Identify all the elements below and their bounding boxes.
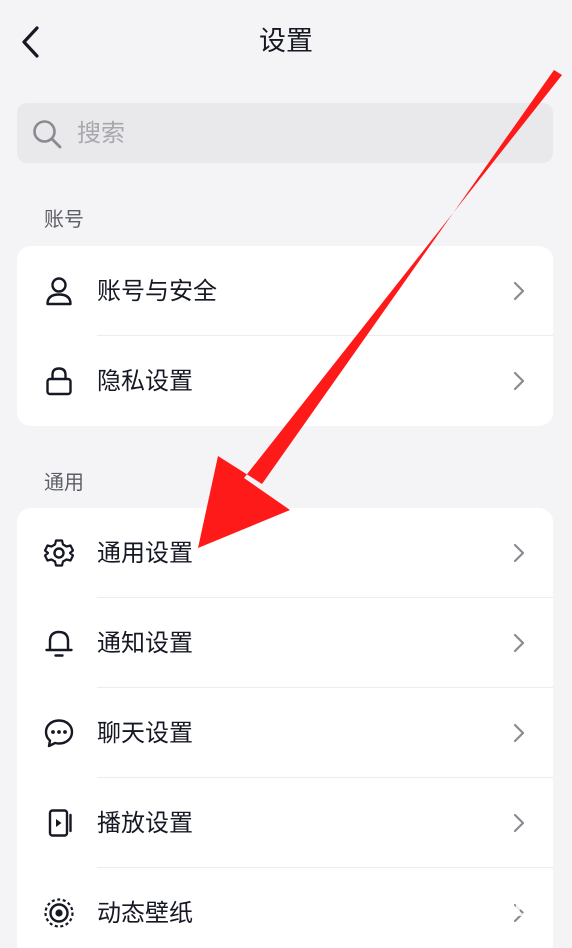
watermark-text: jingyan.baidu.com [464,931,548,941]
chevron-right-icon [513,723,525,743]
settings-item-account-security[interactable]: 账号与安全 [17,246,553,336]
settings-page: 设置 搜索 账号 账号与安全 隐私设置 通用 通用设置 通知设置 聊天设置 播放… [0,0,572,948]
settings-item-general[interactable]: 通用设置 [17,508,553,598]
gear-icon [43,539,75,567]
lock-icon [46,367,72,396]
settings-item-notifications[interactable]: 通知设置 [17,598,553,688]
chevron-right-icon [513,633,525,653]
svg-text:Bai: Bai [514,897,550,921]
search-input[interactable]: 搜索 [17,103,553,163]
section-label-account: 账号 [44,207,84,231]
account-card: 账号与安全 隐私设置 [17,246,553,426]
header-bar: 设置 [0,0,572,84]
settings-item-label: 聊天设置 [97,719,193,747]
settings-item-label: 通用设置 [97,539,193,567]
chat-bubble-icon [44,719,74,748]
page-title: 设置 [259,26,313,57]
search-placeholder: 搜索 [77,119,125,147]
live-wallpaper-icon [44,898,74,928]
settings-item-label: 账号与安全 [97,277,217,305]
settings-item-chat[interactable]: 聊天设置 [17,688,553,778]
settings-item-playback[interactable]: 播放设置 [17,778,553,868]
chevron-right-icon [513,371,525,391]
user-icon [46,277,72,306]
settings-item-label: 动态壁纸 [97,899,193,927]
chevron-right-icon [513,813,525,833]
settings-item-label: 隐私设置 [97,367,193,395]
settings-item-label: 通知设置 [97,629,193,657]
section-label-general: 通用 [44,470,84,494]
settings-item-label: 播放设置 [97,809,193,837]
baidu-paw-watermark: Bai jingyan.baidu.com [464,882,550,941]
search-icon [33,120,62,149]
settings-item-privacy[interactable]: 隐私设置 [17,336,553,426]
play-device-icon [48,809,72,837]
chevron-right-icon [513,543,525,563]
bell-icon [45,630,73,657]
chevron-right-icon [513,281,525,301]
